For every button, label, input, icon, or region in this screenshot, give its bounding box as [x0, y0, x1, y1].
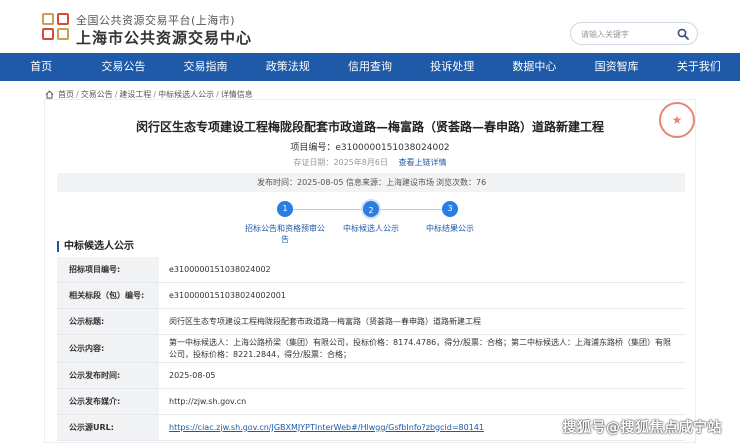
breadcrumb-separator: / [153, 90, 157, 99]
row-label: 公示源URL: [57, 415, 159, 440]
nav-item-complaints[interactable]: 投诉处理 [411, 53, 493, 81]
row-value: 第一中标候选人：上海公路桥梁（集团）有限公司，投标价格：8174.4786，得分… [169, 337, 671, 359]
row-value: e3100000151038024002 [169, 264, 271, 274]
table-row: 公示内容: 第一中标候选人：上海公路桥梁（集团）有限公司，投标价格：8174.4… [57, 335, 685, 363]
step-3-dot[interactable]: 3 [442, 201, 458, 217]
nav-item-policy[interactable]: 政策法规 [247, 53, 329, 81]
home-icon [45, 90, 54, 99]
step-1-dot[interactable]: 1 [277, 201, 293, 217]
step-1-label-line2: 告 [281, 235, 289, 244]
row-label: 公示内容: [57, 335, 159, 362]
table-row: 公示发布媒介: http://zjw.sh.gov.cn [57, 389, 685, 415]
step-1-label-line1: 招标公告和资格预审公 [245, 224, 325, 233]
breadcrumb-separator: / [216, 90, 219, 99]
table-row: 公示标题: 闵行区生态专项建设工程梅陇段配套市政道路—梅富路（贤荟路—春申路）道… [57, 309, 685, 335]
breadcrumb-separator: / [114, 90, 118, 99]
view-count: 浏览次数：76 [436, 178, 487, 187]
step-3-label[interactable]: 中标结果公示 [414, 223, 486, 234]
row-label: 相关标段（包）编号: [57, 283, 159, 308]
nav-item-about[interactable]: 关于我们 [658, 53, 740, 81]
site-logo-icon[interactable] [42, 13, 70, 41]
site-subtitle: 全国公共资源交易平台(上海市) [76, 14, 236, 27]
step-2-label[interactable]: 中标候选人公示 [334, 223, 408, 234]
nav-item-guide[interactable]: 交易指南 [164, 53, 246, 81]
site-title[interactable]: 上海市公共资源交易中心 [76, 27, 252, 48]
meta-bar: 发布时间：2025-08-05 信息来源：上海建设市场 浏览次数：76 [57, 173, 685, 192]
evidence-info: 存证日期：2025年8月6日 查看上链详情 [0, 157, 740, 168]
nav-item-home[interactable]: 首页 [0, 53, 82, 81]
step-1-label[interactable]: 招标公告和资格预审公 告 [238, 223, 332, 245]
row-value: http://zjw.sh.gov.cn [169, 396, 247, 406]
row-label: 公示发布时间: [57, 363, 159, 388]
watermark: 搜狐号@搜狐焦点咸宁站 [562, 420, 722, 436]
breadcrumb-separator: / [76, 90, 79, 99]
publish-time: 发布时间：2025-08-05 [257, 178, 344, 187]
page-title: 闵行区生态专项建设工程梅陇段配套市政道路—梅富路（贤荟路—春申路）道路新建工程 [135, 120, 604, 134]
chain-details-link[interactable]: 查看上链详情 [399, 158, 447, 167]
search-input[interactable] [581, 26, 677, 42]
table-row: 相关标段（包）编号: e3100000151038024002001 [57, 283, 685, 309]
site-header: 全国公共资源交易平台(上海市) 上海市公共资源交易中心 [0, 0, 740, 52]
row-label: 公示标题: [57, 309, 159, 334]
table-row: 公示发布时间: 2025-08-05 [57, 363, 685, 389]
search-icon[interactable] [677, 28, 689, 40]
nav-item-credit[interactable]: 信用查询 [329, 53, 411, 81]
step-2-dot[interactable]: 2 [361, 199, 381, 219]
row-value: 2025-08-05 [169, 370, 216, 380]
row-label: 公示发布媒介: [57, 389, 159, 414]
info-table: 招标项目编号: e3100000151038024002 相关标段（包）编号: … [57, 257, 685, 441]
main-nav: 首页 交易公告 交易指南 政策法规 信用查询 投诉处理 数据中心 国资智库 关于… [0, 53, 740, 81]
info-source: 信息来源：上海建设市场 [346, 178, 434, 187]
table-row: 招标项目编号: e3100000151038024002 [57, 257, 685, 283]
row-label: 招标项目编号: [57, 257, 159, 282]
row-value: 闵行区生态专项建设工程梅陇段配套市政道路—梅富路（贤荟路—春申路）道路新建工程 [169, 316, 481, 326]
project-number: 项目编号：e3100000151038024002 [290, 143, 450, 153]
nav-item-data-center[interactable]: 数据中心 [493, 53, 575, 81]
section-title: 中标候选人公示 [57, 241, 134, 252]
search-box [570, 22, 698, 45]
nav-item-think-tank[interactable]: 国资智库 [576, 53, 658, 81]
row-value: e3100000151038024002001 [169, 290, 286, 300]
nav-item-announcements[interactable]: 交易公告 [82, 53, 164, 81]
evidence-date: 存证日期：2025年8月6日 [293, 158, 388, 167]
